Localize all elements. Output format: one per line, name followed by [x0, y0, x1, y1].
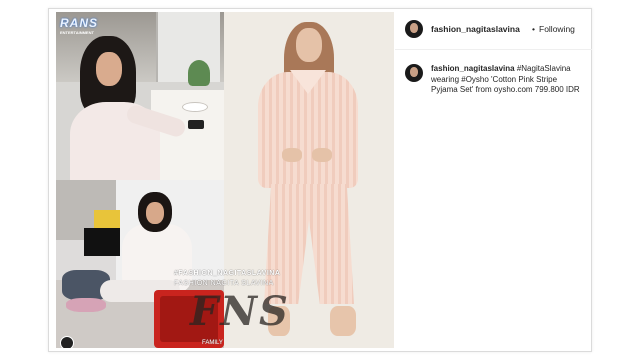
phone [188, 120, 204, 129]
username-link[interactable]: fashion_nagitaslavina [431, 24, 520, 34]
post-caption: fashion_nagitaslavina #NagitaSlavina wea… [431, 64, 581, 96]
rans-logo: RANS ENTERTAINMENT [60, 16, 110, 36]
watermark-logo: FNS [190, 288, 290, 335]
post-header: fashion_nagitaslavina • Following [395, 9, 592, 50]
watermark-hashtag: #FASHION_NAGITASLAVINA [174, 270, 281, 277]
plate [182, 102, 208, 112]
woman-face [146, 202, 164, 224]
caption-username-link[interactable]: fashion_nagitaslavina [431, 64, 515, 73]
avatar[interactable] [405, 20, 423, 38]
yellow-bag [94, 210, 120, 230]
pink-clothes [66, 298, 106, 312]
model-face [296, 28, 322, 62]
watermark-name: FASHION NAGITA SLAVINA [174, 280, 274, 287]
model-hand-right [312, 148, 332, 162]
plant [188, 60, 210, 86]
post-sidebar: fashion_nagitaslavina • Following fashio… [395, 9, 592, 351]
rans-logo-subtext: ENTERTAINMENT [60, 30, 94, 35]
instagram-post-card: RANS ENTERTAINMENT #FASHION_NAGITASLAVIN… [48, 8, 592, 352]
model-hand-left [282, 148, 302, 162]
fns-watermark: #FASHION_NAGITASLAVINA FASHION NAGITA SL… [174, 270, 334, 348]
woman-face [96, 52, 122, 86]
user-tag-icon[interactable] [60, 336, 74, 348]
caption-avatar[interactable] [405, 64, 423, 82]
black-bag [84, 228, 120, 256]
photo-kitchen: RANS ENTERTAINMENT [56, 12, 224, 180]
rans-logo-text: RANS [60, 16, 99, 30]
post-media[interactable]: RANS ENTERTAINMENT #FASHION_NAGITASLAVIN… [56, 12, 394, 348]
separator-dot: • [532, 24, 535, 34]
following-button[interactable]: Following [539, 24, 575, 34]
watermark-family: FAMILY [202, 340, 223, 346]
